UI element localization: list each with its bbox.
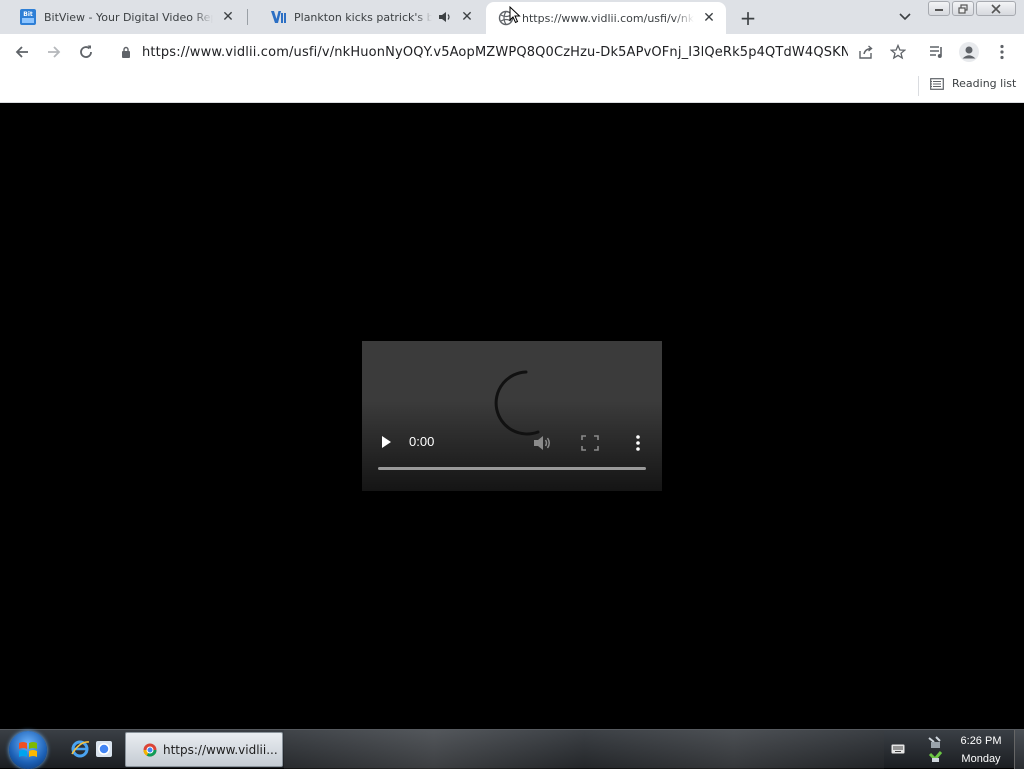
tab-title: https://www.vidlii.com/usfi/v/nkHuonNyOQ… bbox=[522, 11, 694, 25]
chrome-icon[interactable] bbox=[94, 739, 114, 759]
mouse-cursor-icon bbox=[509, 6, 521, 24]
internet-explorer-icon[interactable] bbox=[70, 739, 90, 759]
network-icon[interactable] bbox=[926, 734, 944, 766]
volume-icon[interactable] bbox=[532, 434, 552, 452]
profile-avatar-icon[interactable] bbox=[957, 40, 981, 64]
close-tab-icon[interactable]: ✕ bbox=[219, 8, 237, 26]
tab-separator bbox=[247, 9, 248, 25]
minimize-icon[interactable] bbox=[928, 1, 950, 16]
address-bar[interactable]: https://www.vidlii.com/usfi/v/nkHuonNyOQ… bbox=[110, 38, 916, 66]
taskbar-background bbox=[284, 730, 884, 769]
reading-list-button[interactable]: Reading list bbox=[930, 77, 1016, 90]
reading-list-icon bbox=[930, 77, 944, 90]
video-player[interactable]: 0:00 bbox=[362, 341, 662, 491]
browser-toolbar: https://www.vidlii.com/usfi/v/nkHuonNyOQ… bbox=[0, 34, 1024, 70]
back-icon[interactable] bbox=[10, 40, 34, 64]
page-content: 0:00 bbox=[0, 103, 1024, 729]
share-icon[interactable] bbox=[854, 40, 878, 64]
lock-icon[interactable] bbox=[118, 46, 134, 58]
speaker-icon[interactable] bbox=[438, 11, 452, 23]
more-options-icon[interactable] bbox=[633, 434, 643, 452]
loading-spinner-icon bbox=[494, 370, 540, 436]
chevron-down-icon[interactable] bbox=[896, 9, 914, 25]
close-window-icon[interactable] bbox=[976, 1, 1016, 16]
start-button[interactable] bbox=[9, 731, 47, 769]
chrome-icon bbox=[143, 743, 157, 757]
restore-icon[interactable] bbox=[952, 1, 974, 16]
time-display: 0:00 bbox=[409, 434, 435, 449]
windows-logo-icon bbox=[19, 742, 37, 757]
plus-icon[interactable]: + bbox=[737, 6, 759, 30]
reload-icon[interactable] bbox=[74, 40, 98, 64]
clock-time: 6:26 PM bbox=[960, 735, 1002, 747]
kebab-menu-icon[interactable] bbox=[990, 40, 1014, 64]
taskbar-item-label: https://www.vidlii... bbox=[163, 742, 278, 757]
tab-bitview[interactable]: Bit BitView - Your Digital Video Reposit… bbox=[0, 0, 245, 34]
bookmark-bar: Reading list bbox=[0, 70, 1024, 103]
window-controls bbox=[928, 1, 1016, 16]
close-tab-icon[interactable]: ✕ bbox=[700, 9, 718, 27]
bitview-icon: Bit bbox=[20, 9, 36, 25]
show-desktop-button[interactable] bbox=[1014, 730, 1024, 769]
seek-bar[interactable] bbox=[378, 467, 646, 470]
tab-title: Plankton kicks patrick's butt - VidLii bbox=[294, 10, 432, 24]
tab-vidlii-plankton[interactable]: Plankton kicks patrick's butt - VidLii ✕ bbox=[250, 0, 484, 34]
close-tab-icon[interactable]: ✕ bbox=[458, 8, 476, 26]
url-text[interactable]: https://www.vidlii.com/usfi/v/nkHuonNyOQ… bbox=[142, 45, 848, 60]
play-icon[interactable] bbox=[378, 434, 394, 450]
taskbar-item-chrome[interactable]: https://www.vidlii... bbox=[125, 732, 283, 767]
windows-taskbar: https://www.vidlii... 6:26 PM Monday bbox=[0, 729, 1024, 769]
divider bbox=[918, 76, 919, 96]
forward-icon[interactable] bbox=[42, 40, 66, 64]
reading-list-label: Reading list bbox=[952, 77, 1017, 90]
tab-title: BitView - Your Digital Video Repository bbox=[44, 10, 213, 24]
svg-text:Bit: Bit bbox=[23, 11, 33, 18]
clock-day: Monday bbox=[961, 753, 1001, 765]
tab-vidlii-active[interactable]: https://www.vidlii.com/usfi/v/nkHuonNyOQ… bbox=[486, 2, 726, 34]
media-queue-icon[interactable] bbox=[925, 40, 949, 64]
keyboard-icon[interactable] bbox=[891, 744, 905, 754]
vidlii-icon bbox=[270, 9, 286, 25]
fullscreen-icon[interactable] bbox=[581, 435, 599, 451]
system-clock[interactable]: 6:26 PM Monday bbox=[952, 732, 1010, 768]
bookmark-star-icon[interactable] bbox=[886, 40, 910, 64]
